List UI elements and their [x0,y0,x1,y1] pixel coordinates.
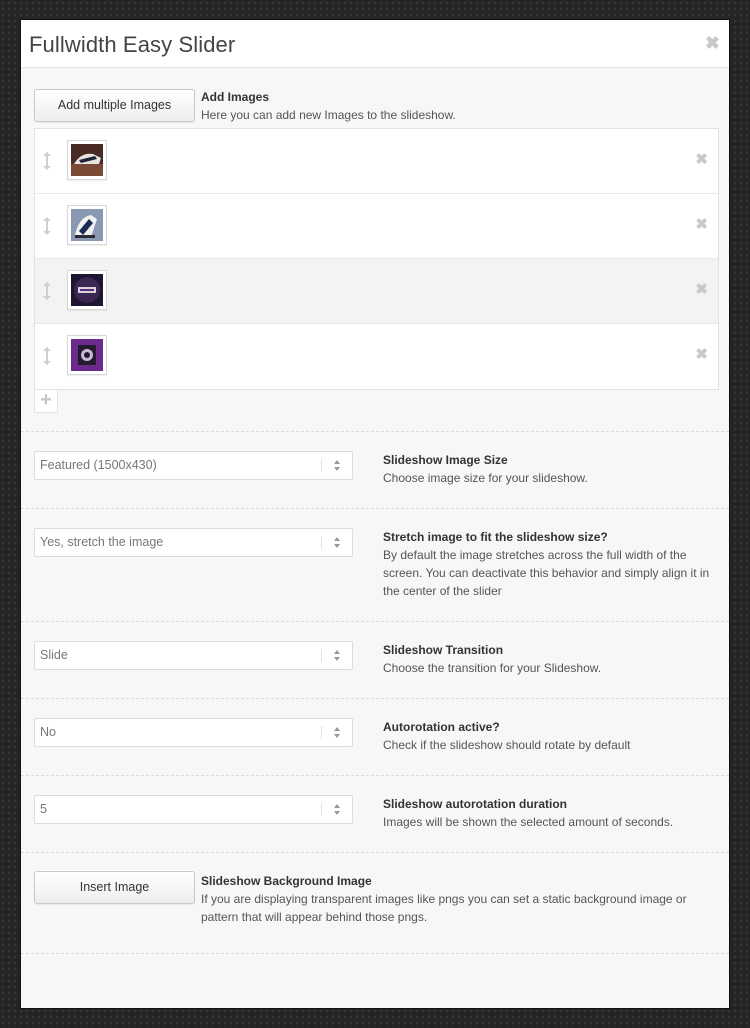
close-icon[interactable]: ✖ [705,33,720,53]
autorotation-description-block: Autorotation active? Check if the slides… [383,718,723,754]
image-row[interactable]: ✖ [35,129,718,194]
image-row[interactable]: ✖ [35,259,718,324]
remove-image-icon[interactable]: ✖ [695,216,708,234]
select-divider [321,649,322,662]
autorotation-label: Autorotation active? [383,720,500,734]
add-images-description-block: Add Images Here you can add new Images t… [201,88,456,124]
image-size-label: Slideshow Image Size [383,453,508,467]
dark-purple-photo-thumb-icon [71,274,103,306]
select-divider [321,536,322,549]
select-divider [321,459,322,472]
background-image-section: Insert Image Slideshow Background Image … [21,853,729,954]
image-size-description: Choose image size for your slideshow. [383,471,588,485]
autorotation-select[interactable]: No [34,718,353,747]
remove-image-icon[interactable]: ✖ [695,346,708,364]
drag-handle-icon[interactable] [41,216,53,236]
purple-camera-photo-thumb-icon [71,339,103,371]
image-size-section: Featured (1500x430) Slideshow Image Size… [21,432,729,509]
stretch-value: Yes, stretch the image [40,535,164,549]
duration-value: 5 [40,802,47,816]
image-row[interactable]: ✖ [35,324,718,389]
transition-section: Slide Slideshow Transition Choose the tr… [21,622,729,699]
image-list: ✖ ✖ ✖ ✖ [34,128,719,390]
stretch-description: By default the image stretches across th… [383,548,710,598]
image-thumbnail[interactable] [67,270,107,310]
stretch-label: Stretch image to fit the slideshow size? [383,530,608,544]
transition-value: Slide [40,648,68,662]
add-image-slot[interactable]: + [34,389,58,413]
autorotation-value: No [40,725,56,739]
chevron-updown-icon [334,460,340,471]
transition-label: Slideshow Transition [383,643,504,657]
drag-handle-icon[interactable] [41,151,53,171]
add-images-label: Add Images [201,90,270,104]
background-image-description: If you are displaying transparent images… [201,892,687,924]
duration-label: Slideshow autorotation duration [383,797,567,811]
select-divider [321,803,322,816]
autorotation-section: No Autorotation active? Check if the sli… [21,699,729,776]
chevron-updown-icon [334,727,340,738]
remove-image-icon[interactable]: ✖ [695,281,708,299]
sneaker-photo-thumb-icon [71,209,103,241]
stretch-description-block: Stretch image to fit the slideshow size?… [383,528,723,600]
drag-handle-icon[interactable] [41,281,53,301]
stretch-section: Yes, stretch the image Stretch image to … [21,509,729,622]
image-thumbnail[interactable] [67,205,107,245]
duration-section: 5 Slideshow autorotation duration Images… [21,776,729,853]
duration-description-block: Slideshow autorotation duration Images w… [383,795,723,831]
image-size-description-block: Slideshow Image Size Choose image size f… [383,451,723,487]
add-images-description: Here you can add new Images to the slide… [201,108,456,122]
image-thumbnail[interactable] [67,335,107,375]
transition-select[interactable]: Slide [34,641,353,670]
image-thumbnail[interactable] [67,140,107,180]
image-size-value: Featured (1500x430) [40,458,157,472]
chevron-updown-icon [334,804,340,815]
chevron-updown-icon [334,650,340,661]
image-row[interactable]: ✖ [35,194,718,259]
modal-title: Fullwidth Easy Slider [29,32,236,57]
background-image-label: Slideshow Background Image [201,874,372,888]
drag-handle-icon[interactable] [41,346,53,366]
chevron-updown-icon [334,537,340,548]
background-image-description-block: Slideshow Background Image If you are di… [201,872,721,926]
duration-select[interactable]: 5 [34,795,353,824]
modal-dialog: Fullwidth Easy Slider ✖ Add multiple Ima… [21,20,729,1008]
modal-header: Fullwidth Easy Slider ✖ [21,20,729,68]
autorotation-description: Check if the slideshow should rotate by … [383,738,631,752]
sneaker-photo-thumb-icon [71,144,103,176]
plus-icon: + [40,389,52,411]
image-size-select[interactable]: Featured (1500x430) [34,451,353,480]
remove-image-icon[interactable]: ✖ [695,151,708,169]
transition-description-block: Slideshow Transition Choose the transiti… [383,641,723,677]
transition-description: Choose the transition for your Slideshow… [383,661,602,675]
add-multiple-images-button[interactable]: Add multiple Images [34,89,195,122]
stretch-select[interactable]: Yes, stretch the image [34,528,353,557]
select-divider [321,726,322,739]
insert-image-button[interactable]: Insert Image [34,871,195,904]
duration-description: Images will be shown the selected amount… [383,815,674,829]
